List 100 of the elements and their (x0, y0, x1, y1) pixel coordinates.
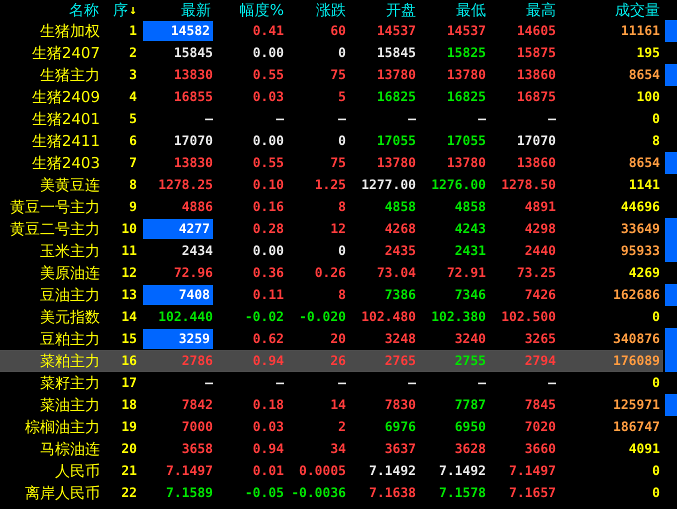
table-cell: -0.0036 (291, 486, 346, 500)
table-cell: 26 (330, 354, 346, 368)
table-row[interactable]: 生猪加权 1 14582 0.41 60 14537 14537 14605 11161 (0, 20, 677, 42)
column-header[interactable]: 开盘 (386, 0, 416, 20)
row-number: 11 (121, 244, 137, 258)
table-cell: 0.55 (252, 156, 284, 170)
table-cell: 3628 (454, 442, 486, 456)
column-header[interactable]: 成交量 (615, 0, 660, 20)
table-cell: 0.36 (252, 266, 284, 280)
table-cell: — (548, 376, 556, 390)
instrument-name: 生猪2409 (32, 88, 100, 106)
instrument-name: 美元指数 (40, 308, 100, 326)
column-header[interactable]: 序 (113, 0, 128, 20)
row-number: 15 (121, 332, 137, 346)
table-cell: 15825 (446, 46, 486, 60)
table-cell: 0.01 (252, 464, 284, 478)
table-cell: 3265 (524, 332, 556, 346)
table-cell: 15875 (516, 46, 556, 60)
table-row[interactable]: 菜油主力 18 7842 0.18 14 7830 7787 7845 125971 (0, 394, 677, 416)
table-cell: — (478, 376, 486, 390)
instrument-name: 菜油主力 (40, 396, 100, 414)
table-cell: 0 (338, 134, 346, 148)
instrument-name: 人民币 (55, 462, 100, 480)
table-cell: — (205, 112, 213, 126)
column-header[interactable]: 涨跌 (316, 0, 346, 20)
table-row[interactable]: 豆粕主力 15 3259 0.62 20 3248 3240 3265 340876 (0, 328, 677, 350)
column-header[interactable]: 最新 (181, 0, 211, 20)
table-row[interactable]: 美黄豆连 8 1278.25 0.10 1.25 1277.00 1276.00 1278.50 1141 (0, 174, 677, 196)
table-cell: 0 (652, 376, 660, 390)
table-cell: 2434 (182, 244, 213, 258)
table-row[interactable]: 生猪2409 4 16855 0.03 5 16825 16825 16875 100 (0, 86, 677, 108)
table-cell: -0.02 (244, 310, 284, 324)
table-cell: 0.00 (252, 134, 284, 148)
table-cell: 2786 (182, 354, 213, 368)
table-cell: 2794 (524, 354, 556, 368)
table-cell: 3248 (384, 332, 416, 346)
sort-mark: ↓ (129, 2, 137, 18)
table-cell: 5 (338, 90, 346, 104)
table-cell: — (276, 376, 284, 390)
table-row[interactable]: 黄豆二号主力 10 4277 0.28 12 4268 4243 4298 33649 (0, 218, 677, 240)
column-header[interactable]: 幅度% (240, 0, 284, 20)
table-row[interactable]: 生猪2401 5 — — — — — — 0 (0, 108, 677, 130)
table-cell: 176089 (613, 354, 660, 368)
table-cell: 15845 (376, 46, 416, 60)
table-cell: 13780 (446, 156, 486, 170)
instrument-name: 生猪2411 (32, 132, 100, 150)
table-cell: 0.94 (252, 354, 284, 368)
table-cell: 95933 (620, 244, 660, 258)
table-cell: 4891 (524, 200, 556, 214)
table-cell: 0.03 (252, 90, 284, 104)
table-row[interactable]: 生猪2403 7 13830 0.55 75 13780 13780 13860 8654 (0, 152, 677, 174)
table-cell: 7426 (524, 288, 556, 302)
table-cell: 0.11 (252, 288, 284, 302)
table-cell: 7000 (182, 420, 213, 434)
table-cell: 7830 (384, 398, 416, 412)
table-row[interactable]: 生猪主力 3 13830 0.55 75 13780 13780 13860 8654 (0, 64, 677, 86)
table-cell: 75 (330, 156, 346, 170)
table-cell: 125971 (613, 398, 660, 412)
table-row[interactable]: 棕榈油主力 19 7000 0.03 2 6976 6950 7020 186747 (0, 416, 677, 438)
table-row[interactable]: 玉米主力 11 2434 0.00 0 2435 2431 2440 95933 (0, 240, 677, 262)
table-cell: 34 (330, 442, 346, 456)
table-row[interactable]: 菜粕主力 16 2786 0.94 26 2765 2755 2794 176089 (0, 350, 677, 372)
table-row[interactable]: 离岸人民币 22 7.1589 -0.05 -0.0036 7.1638 7.1578 7.1657 0 (0, 482, 677, 504)
table-row[interactable]: 生猪2411 6 17070 0.00 0 17055 17055 17070 8 (0, 130, 677, 152)
table-cell: 3658 (182, 442, 213, 456)
column-header[interactable]: 最低 (456, 0, 486, 20)
table-cell: 195 (636, 46, 660, 60)
table-cell: — (548, 112, 556, 126)
column-header[interactable]: 名称 (69, 0, 99, 20)
row-number: 9 (129, 200, 137, 214)
table-cell: 14582 (170, 24, 210, 38)
table-row[interactable]: 马棕油连 20 3658 0.94 34 3637 3628 3660 4091 (0, 438, 677, 460)
table-row[interactable]: 豆油主力 13 7408 0.11 8 7386 7346 7426 162686 (0, 284, 677, 306)
table-cell: 72.96 (174, 266, 213, 280)
row-number: 17 (121, 376, 137, 390)
table-cell: 13860 (516, 68, 556, 82)
table-cell: 7.1578 (439, 486, 486, 500)
row-number: 20 (121, 442, 137, 456)
table-cell: 60 (330, 24, 346, 38)
table-cell: 1.25 (314, 178, 346, 192)
table-cell: 1277.00 (361, 178, 416, 192)
row-number: 3 (129, 68, 137, 82)
table-cell: 3240 (454, 332, 486, 346)
table-cell: 0.0005 (299, 464, 346, 478)
table-row[interactable]: 生猪2407 2 15845 0.00 0 15845 15825 15875 195 (0, 42, 677, 64)
table-row[interactable]: 美元指数 14 102.440 -0.02 -0.020 102.480 102.380 102.500 0 (0, 306, 677, 328)
instrument-name: 生猪加权 (40, 22, 100, 40)
table-row[interactable]: 菜籽主力 17 — — — — — — 0 (0, 372, 677, 394)
table-cell: 16825 (376, 90, 416, 104)
table-cell: 4277 (178, 222, 210, 236)
table-cell: 17055 (376, 134, 416, 148)
table-row[interactable]: 黄豆一号主力 9 4886 0.16 8 4858 4858 4891 44696 (0, 196, 677, 218)
table-row[interactable]: 人民币 21 7.1497 0.01 0.0005 7.1492 7.1492 7.1497 0 (0, 460, 677, 482)
table-cell: 2435 (384, 244, 416, 258)
table-row[interactable]: 美原油连 12 72.96 0.36 0.26 73.04 72.91 73.25 4269 (0, 262, 677, 284)
table-cell: 0.18 (252, 398, 284, 412)
table-cell: 7.1492 (439, 464, 486, 478)
table-cell: 4269 (628, 266, 660, 280)
column-header[interactable]: 最高 (526, 0, 556, 20)
table-cell: 72.91 (446, 266, 486, 280)
